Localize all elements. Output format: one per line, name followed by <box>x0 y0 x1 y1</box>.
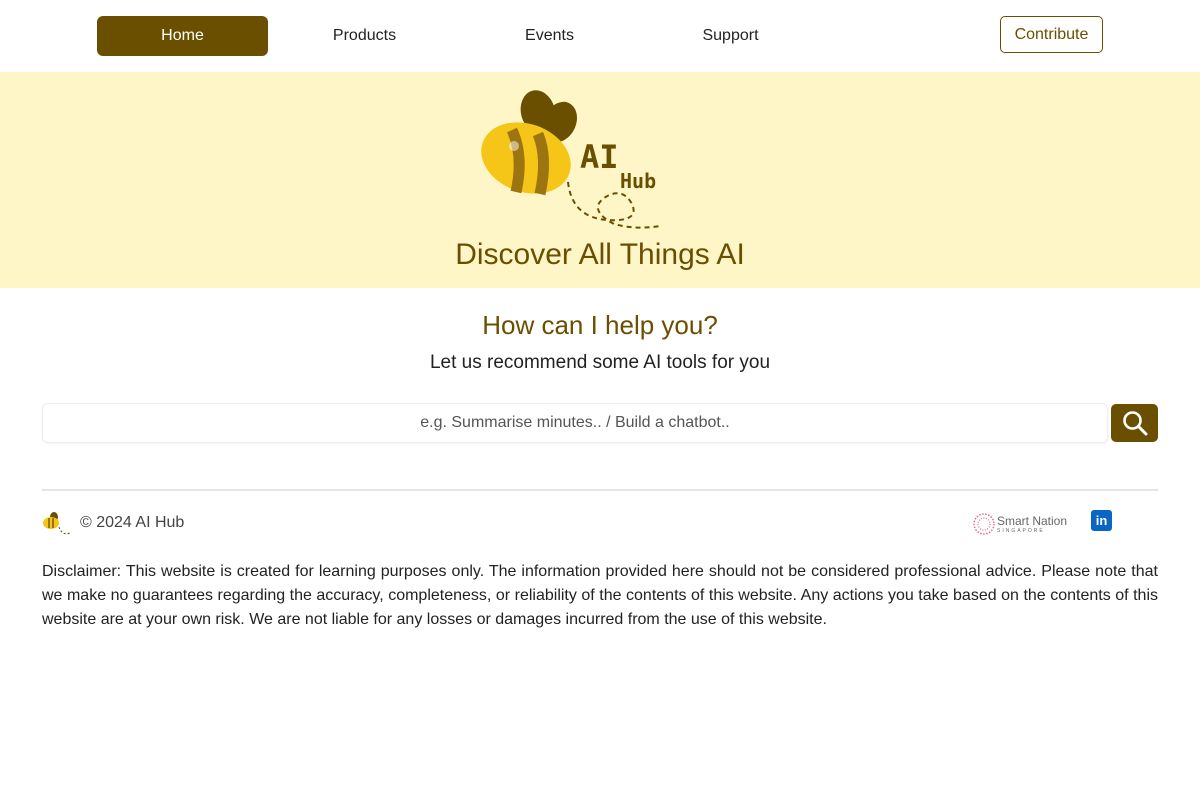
nav-support[interactable]: Support <box>666 16 795 56</box>
nav-products[interactable]: Products <box>300 16 429 56</box>
help-heading: How can I help you? <box>482 310 718 340</box>
logo-text-hub: Hub <box>620 169 656 193</box>
footer-divider <box>42 489 1158 491</box>
bee-logo: AI Hub <box>481 90 661 229</box>
hero-title: Discover All Things AI <box>455 238 745 271</box>
nav-events[interactable]: Events <box>485 16 614 56</box>
contribute-button[interactable]: Contribute <box>1000 16 1103 53</box>
linkedin-icon[interactable]: in <box>1091 510 1112 531</box>
search-icon <box>1122 411 1147 436</box>
partner-sub: SINGAPORE <box>997 528 1045 534</box>
disclaimer-text: Disclaimer: This website is created for … <box>42 563 1158 628</box>
copyright-text: © 2024 AI Hub <box>80 514 185 531</box>
search-input[interactable] <box>43 404 1107 442</box>
help-subtitle: Let us recommend some AI tools for you <box>429 352 771 373</box>
hero-banner: AI Hub Discover All Things AI <box>0 72 1200 288</box>
top-nav: Home Products Events Support Contribute <box>0 0 1200 72</box>
nav-home[interactable]: Home <box>97 16 268 56</box>
search-button[interactable] <box>1111 404 1158 442</box>
logo-text-ai: AI <box>580 138 619 176</box>
partner-name: Smart Nation <box>997 514 1068 528</box>
search-box <box>42 403 1108 443</box>
footer-bee-logo <box>43 512 71 535</box>
